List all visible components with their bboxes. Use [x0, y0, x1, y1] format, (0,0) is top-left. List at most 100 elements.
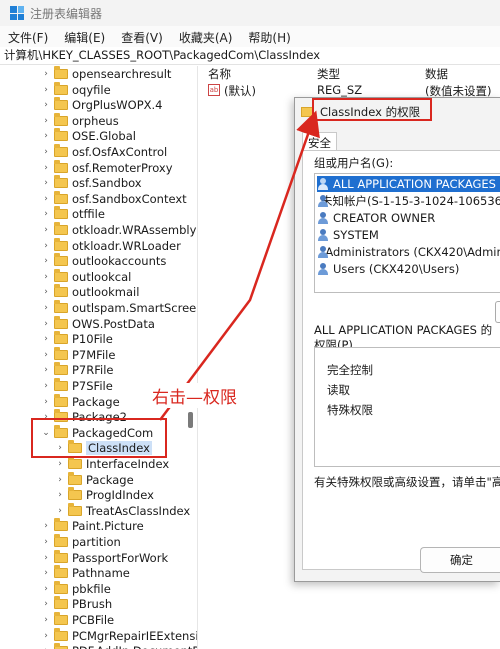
- chevron-right-icon[interactable]: ›: [40, 568, 52, 578]
- chevron-right-icon[interactable]: ›: [40, 147, 52, 157]
- tree-item[interactable]: › InterfaceIndex: [54, 456, 169, 472]
- tree-item[interactable]: › partition: [40, 534, 121, 550]
- tree-item[interactable]: › PassportForWork: [40, 549, 168, 566]
- chevron-right-icon[interactable]: ›: [40, 521, 52, 531]
- tree-item[interactable]: › PBrush: [40, 596, 112, 612]
- tree-item[interactable]: › otkloadr.WRAssembly: [40, 222, 196, 238]
- chevron-right-icon[interactable]: ›: [40, 131, 52, 141]
- tree-item[interactable]: › osf.RemoterProxy: [40, 159, 173, 176]
- registry-tree[interactable]: › opensearchresult › oqyfile › OrgPlusWOPX.4 ›…: [0, 66, 198, 649]
- tree-item[interactable]: › P7RFile: [40, 362, 114, 378]
- list-item[interactable]: Administrators (CKX420\Admini: [317, 244, 500, 260]
- edit-button[interactable]: [495, 301, 500, 323]
- chevron-right-icon[interactable]: ›: [54, 490, 66, 500]
- chevron-right-icon[interactable]: ›: [40, 256, 52, 266]
- chevron-right-icon[interactable]: ›: [40, 85, 52, 95]
- tree-item-label: orpheus: [72, 113, 119, 128]
- tree-item[interactable]: › Paint.Picture: [40, 518, 144, 534]
- chevron-right-icon[interactable]: ›: [40, 69, 52, 79]
- chevron-right-icon[interactable]: ›: [40, 397, 52, 407]
- menu-edit[interactable]: 编辑(E): [64, 29, 105, 46]
- tree-item[interactable]: › Pathname: [40, 565, 130, 581]
- tree-item[interactable]: › outlookaccounts: [40, 253, 166, 269]
- tab-security[interactable]: 安全: [302, 132, 337, 151]
- tree-item[interactable]: › outlookmail: [40, 284, 139, 300]
- tree-item[interactable]: › outlookcal: [40, 268, 131, 285]
- chevron-right-icon[interactable]: ›: [40, 584, 52, 594]
- chevron-right-icon[interactable]: ›: [40, 381, 52, 391]
- tree-item[interactable]: › osf.OsfAxControl: [40, 144, 167, 160]
- menu-help[interactable]: 帮助(H): [248, 29, 290, 46]
- tree-item[interactable]: ›PDF.AddIn.DocumentR: [40, 643, 197, 649]
- tree-item[interactable]: › P7MFile: [40, 346, 116, 363]
- chevron-right-icon[interactable]: ›: [40, 599, 52, 609]
- tree-item[interactable]: › OrgPlusWOPX.4: [40, 97, 163, 113]
- tree-item[interactable]: › PCMgrRepairIEExtensi: [40, 627, 197, 644]
- chevron-right-icon[interactable]: ›: [54, 506, 66, 516]
- chevron-right-icon[interactable]: ›: [40, 100, 52, 110]
- tree-item[interactable]: › P10File: [40, 331, 113, 347]
- column-type[interactable]: 类型: [317, 66, 340, 82]
- chevron-right-icon[interactable]: ›: [40, 178, 52, 188]
- chevron-right-icon[interactable]: ›: [40, 116, 52, 126]
- tree-item[interactable]: › pbkfile: [40, 580, 111, 597]
- chevron-right-icon[interactable]: ›: [40, 365, 52, 375]
- users-list[interactable]: ALL APPLICATION PACKAGES 未知帐户(S-1-15-3-1…: [314, 173, 500, 293]
- folder-icon: [54, 627, 68, 641]
- tree-item[interactable]: › OSE.Global: [40, 128, 136, 144]
- tree-scrollbar-thumb[interactable]: [188, 412, 193, 428]
- tree-item[interactable]: › Package: [54, 471, 134, 488]
- tree-item[interactable]: › oqyfile: [40, 81, 111, 98]
- tree-item[interactable]: › P7SFile: [40, 378, 113, 394]
- chevron-right-icon[interactable]: ›: [54, 475, 66, 485]
- list-item[interactable]: Users (CKX420\Users): [317, 261, 500, 277]
- chevron-right-icon[interactable]: ›: [40, 163, 52, 173]
- list-item[interactable]: ALL APPLICATION PACKAGES: [317, 176, 500, 192]
- chevron-right-icon[interactable]: ›: [40, 194, 52, 204]
- tree-item[interactable]: › osf.Sandbox: [40, 175, 142, 191]
- tree-item-label: otkloadr.WRAssembly: [72, 223, 197, 237]
- chevron-right-icon[interactable]: ›: [40, 631, 52, 641]
- chevron-right-icon[interactable]: ›: [40, 303, 52, 313]
- menu-view[interactable]: 查看(V): [121, 29, 163, 46]
- folder-icon: [68, 502, 82, 516]
- ok-button[interactable]: 确定: [420, 547, 500, 573]
- tree-item[interactable]: › TreatAsClassIndex: [54, 502, 190, 519]
- chevron-right-icon[interactable]: ›: [40, 209, 52, 219]
- tree-item[interactable]: › OWS.PostData: [40, 315, 155, 332]
- tree-item[interactable]: › ProgIdIndex: [54, 487, 154, 503]
- tree-item-label: P7MFile: [72, 347, 116, 362]
- folder-icon: [68, 471, 82, 485]
- value-type: REG_SZ: [317, 83, 363, 97]
- chevron-right-icon[interactable]: ›: [40, 615, 52, 625]
- chevron-right-icon[interactable]: ›: [40, 287, 52, 297]
- list-item[interactable]: CREATOR OWNER: [317, 210, 500, 226]
- chevron-right-icon[interactable]: ›: [40, 241, 52, 251]
- folder-icon: [54, 81, 68, 95]
- chevron-right-icon[interactable]: ›: [40, 225, 52, 235]
- chevron-right-icon[interactable]: ›: [40, 319, 52, 329]
- user-name: 未知帐户(S-1-15-3-1024-1065365: [321, 194, 500, 208]
- address-bar[interactable]: 计算机\HKEY_CLASSES_ROOT\PackagedCom\ClassI…: [0, 47, 500, 65]
- column-name[interactable]: 名称: [208, 66, 231, 82]
- tree-item[interactable]: › PCBFile: [40, 612, 114, 628]
- column-data[interactable]: 数据: [425, 66, 448, 82]
- chevron-right-icon[interactable]: ›: [40, 272, 52, 282]
- chevron-right-icon[interactable]: ›: [54, 459, 66, 469]
- chevron-right-icon[interactable]: ›: [40, 553, 52, 563]
- tree-item[interactable]: › Package: [40, 393, 120, 410]
- permissions-list[interactable]: 完全控制 读取 特殊权限: [314, 347, 500, 467]
- menu-favorites[interactable]: 收藏夹(A): [179, 29, 233, 46]
- chevron-right-icon[interactable]: ›: [40, 350, 52, 360]
- list-item[interactable]: SYSTEM: [317, 227, 500, 243]
- tree-item[interactable]: › opensearchresult: [40, 66, 171, 82]
- tree-item[interactable]: › orpheus: [40, 112, 119, 129]
- chevron-right-icon[interactable]: ›: [40, 537, 52, 547]
- tree-item[interactable]: › otkloadr.WRLoader: [40, 237, 181, 254]
- tree-item[interactable]: › osf.SandboxContext: [40, 190, 187, 207]
- tree-item[interactable]: › outlspam.SmartScreen: [40, 300, 197, 316]
- list-item[interactable]: 未知帐户(S-1-15-3-1024-1065365: [317, 193, 500, 209]
- chevron-right-icon[interactable]: ›: [40, 334, 52, 344]
- menu-file[interactable]: 文件(F): [8, 29, 48, 46]
- tree-item[interactable]: › otffile: [40, 206, 105, 222]
